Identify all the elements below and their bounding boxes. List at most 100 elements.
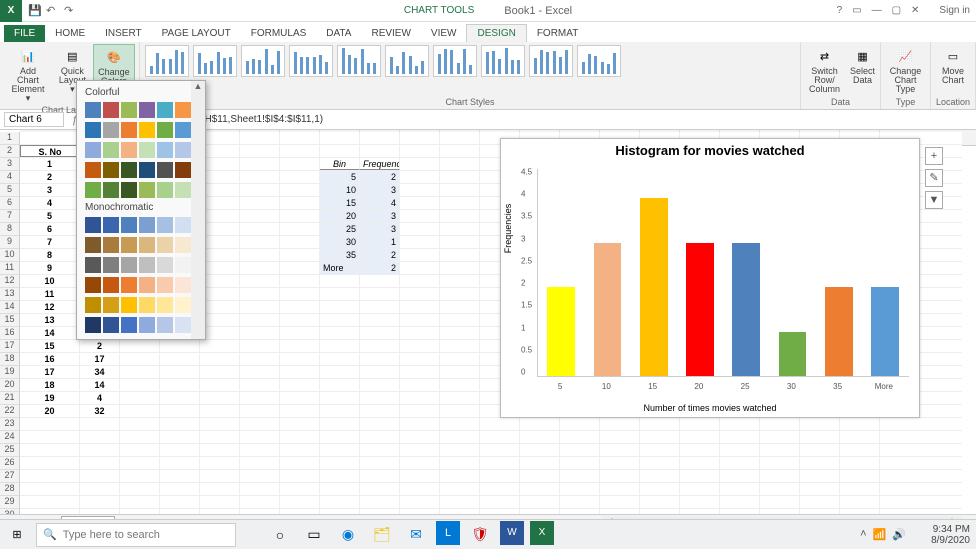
restore-icon[interactable]: ▢ bbox=[892, 5, 901, 16]
cell[interactable] bbox=[200, 431, 240, 443]
cell[interactable] bbox=[800, 457, 840, 469]
cell[interactable] bbox=[840, 431, 880, 443]
cell[interactable] bbox=[160, 483, 200, 495]
cell[interactable] bbox=[120, 366, 160, 378]
cell[interactable]: Bin bbox=[320, 158, 360, 170]
cell[interactable] bbox=[360, 340, 400, 352]
color-swatch[interactable] bbox=[103, 162, 119, 178]
color-swatch[interactable] bbox=[175, 122, 191, 138]
color-swatch[interactable] bbox=[139, 122, 155, 138]
color-swatch[interactable] bbox=[103, 317, 119, 333]
cell[interactable] bbox=[240, 418, 280, 430]
chart-style-thumb[interactable] bbox=[529, 45, 573, 77]
cell[interactable] bbox=[600, 444, 640, 456]
cell[interactable] bbox=[640, 418, 680, 430]
tab-data[interactable]: DATA bbox=[316, 25, 361, 42]
row-header[interactable]: 29 bbox=[0, 496, 20, 509]
cell[interactable] bbox=[760, 457, 800, 469]
cell[interactable] bbox=[200, 275, 240, 287]
cell[interactable] bbox=[680, 431, 720, 443]
system-clock[interactable]: 9:34 PM 8/9/2020 bbox=[931, 524, 970, 546]
row-header[interactable]: 9 bbox=[0, 236, 20, 249]
cell[interactable]: 16 bbox=[20, 353, 80, 365]
cell[interactable] bbox=[400, 483, 440, 495]
cell[interactable] bbox=[200, 184, 240, 196]
cell[interactable]: 15 bbox=[20, 340, 80, 352]
color-swatch[interactable] bbox=[175, 277, 191, 293]
row-header[interactable]: 17 bbox=[0, 340, 20, 353]
cell[interactable] bbox=[120, 444, 160, 456]
cell[interactable]: 5 bbox=[320, 171, 360, 183]
cell[interactable] bbox=[280, 171, 320, 183]
cell[interactable] bbox=[400, 262, 440, 274]
cell[interactable] bbox=[440, 223, 480, 235]
cell[interactable]: 19 bbox=[20, 392, 80, 404]
cell[interactable] bbox=[440, 340, 480, 352]
cell[interactable] bbox=[160, 431, 200, 443]
cell[interactable] bbox=[600, 418, 640, 430]
cell[interactable] bbox=[160, 340, 200, 352]
cell[interactable]: 25 bbox=[320, 223, 360, 235]
cell[interactable] bbox=[360, 314, 400, 326]
switch-row-column-button[interactable]: ⇄Switch Row/ Column bbox=[805, 44, 844, 96]
cell[interactable] bbox=[520, 496, 560, 508]
cell[interactable] bbox=[240, 249, 280, 261]
chart-style-thumb[interactable] bbox=[433, 45, 477, 77]
embedded-chart[interactable]: Histogram for movies watched Frequencies… bbox=[500, 138, 920, 418]
chart-style-thumb[interactable] bbox=[337, 45, 381, 77]
cell[interactable] bbox=[160, 379, 200, 391]
cell[interactable]: 20 bbox=[320, 210, 360, 222]
cell[interactable] bbox=[360, 132, 400, 144]
tab-home[interactable]: HOME bbox=[45, 25, 95, 42]
cell[interactable] bbox=[360, 301, 400, 313]
chart-bar[interactable] bbox=[547, 287, 575, 376]
cell[interactable]: 20 bbox=[20, 405, 80, 417]
color-swatch[interactable] bbox=[85, 142, 101, 158]
cell[interactable] bbox=[400, 301, 440, 313]
cell[interactable] bbox=[360, 405, 400, 417]
sign-in-link[interactable]: Sign in bbox=[939, 5, 970, 16]
cell[interactable] bbox=[120, 392, 160, 404]
color-swatch[interactable] bbox=[139, 217, 155, 233]
cell[interactable] bbox=[640, 444, 680, 456]
color-swatch[interactable] bbox=[121, 122, 137, 138]
cell[interactable] bbox=[320, 405, 360, 417]
cell[interactable] bbox=[160, 392, 200, 404]
cell[interactable] bbox=[440, 210, 480, 222]
close-icon[interactable]: ✕ bbox=[911, 5, 919, 16]
cell[interactable] bbox=[560, 418, 600, 430]
cell[interactable] bbox=[240, 340, 280, 352]
row-header[interactable]: 2 bbox=[0, 145, 20, 158]
cell[interactable] bbox=[240, 314, 280, 326]
tab-view[interactable]: VIEW bbox=[421, 25, 467, 42]
cell[interactable] bbox=[360, 496, 400, 508]
cell[interactable] bbox=[280, 197, 320, 209]
cell[interactable]: 30 bbox=[320, 236, 360, 248]
cell[interactable] bbox=[320, 288, 360, 300]
row-header[interactable]: 13 bbox=[0, 288, 20, 301]
cell[interactable] bbox=[480, 444, 520, 456]
undo-icon[interactable]: ↶ bbox=[46, 4, 60, 18]
taskbar-search[interactable]: 🔍 Type here to search bbox=[36, 523, 236, 547]
chart-style-thumb[interactable] bbox=[241, 45, 285, 77]
cell[interactable] bbox=[400, 444, 440, 456]
cell[interactable] bbox=[200, 301, 240, 313]
cell[interactable] bbox=[440, 444, 480, 456]
row-header[interactable]: 19 bbox=[0, 366, 20, 379]
color-swatch[interactable] bbox=[175, 257, 191, 273]
color-swatch[interactable] bbox=[175, 162, 191, 178]
cell[interactable] bbox=[440, 483, 480, 495]
cortana-icon[interactable]: ○ bbox=[266, 521, 294, 549]
row-header[interactable]: 7 bbox=[0, 210, 20, 223]
cell[interactable] bbox=[280, 444, 320, 456]
cell[interactable] bbox=[160, 418, 200, 430]
cell[interactable] bbox=[400, 184, 440, 196]
change-chart-type-button[interactable]: 📈Change Chart Type bbox=[885, 44, 926, 96]
row-header[interactable]: 20 bbox=[0, 379, 20, 392]
chart-bar[interactable] bbox=[594, 243, 622, 376]
color-swatch[interactable] bbox=[103, 142, 119, 158]
color-swatch[interactable] bbox=[139, 142, 155, 158]
cell[interactable] bbox=[760, 483, 800, 495]
cell[interactable] bbox=[80, 496, 120, 508]
cell[interactable]: 2 bbox=[360, 249, 400, 261]
